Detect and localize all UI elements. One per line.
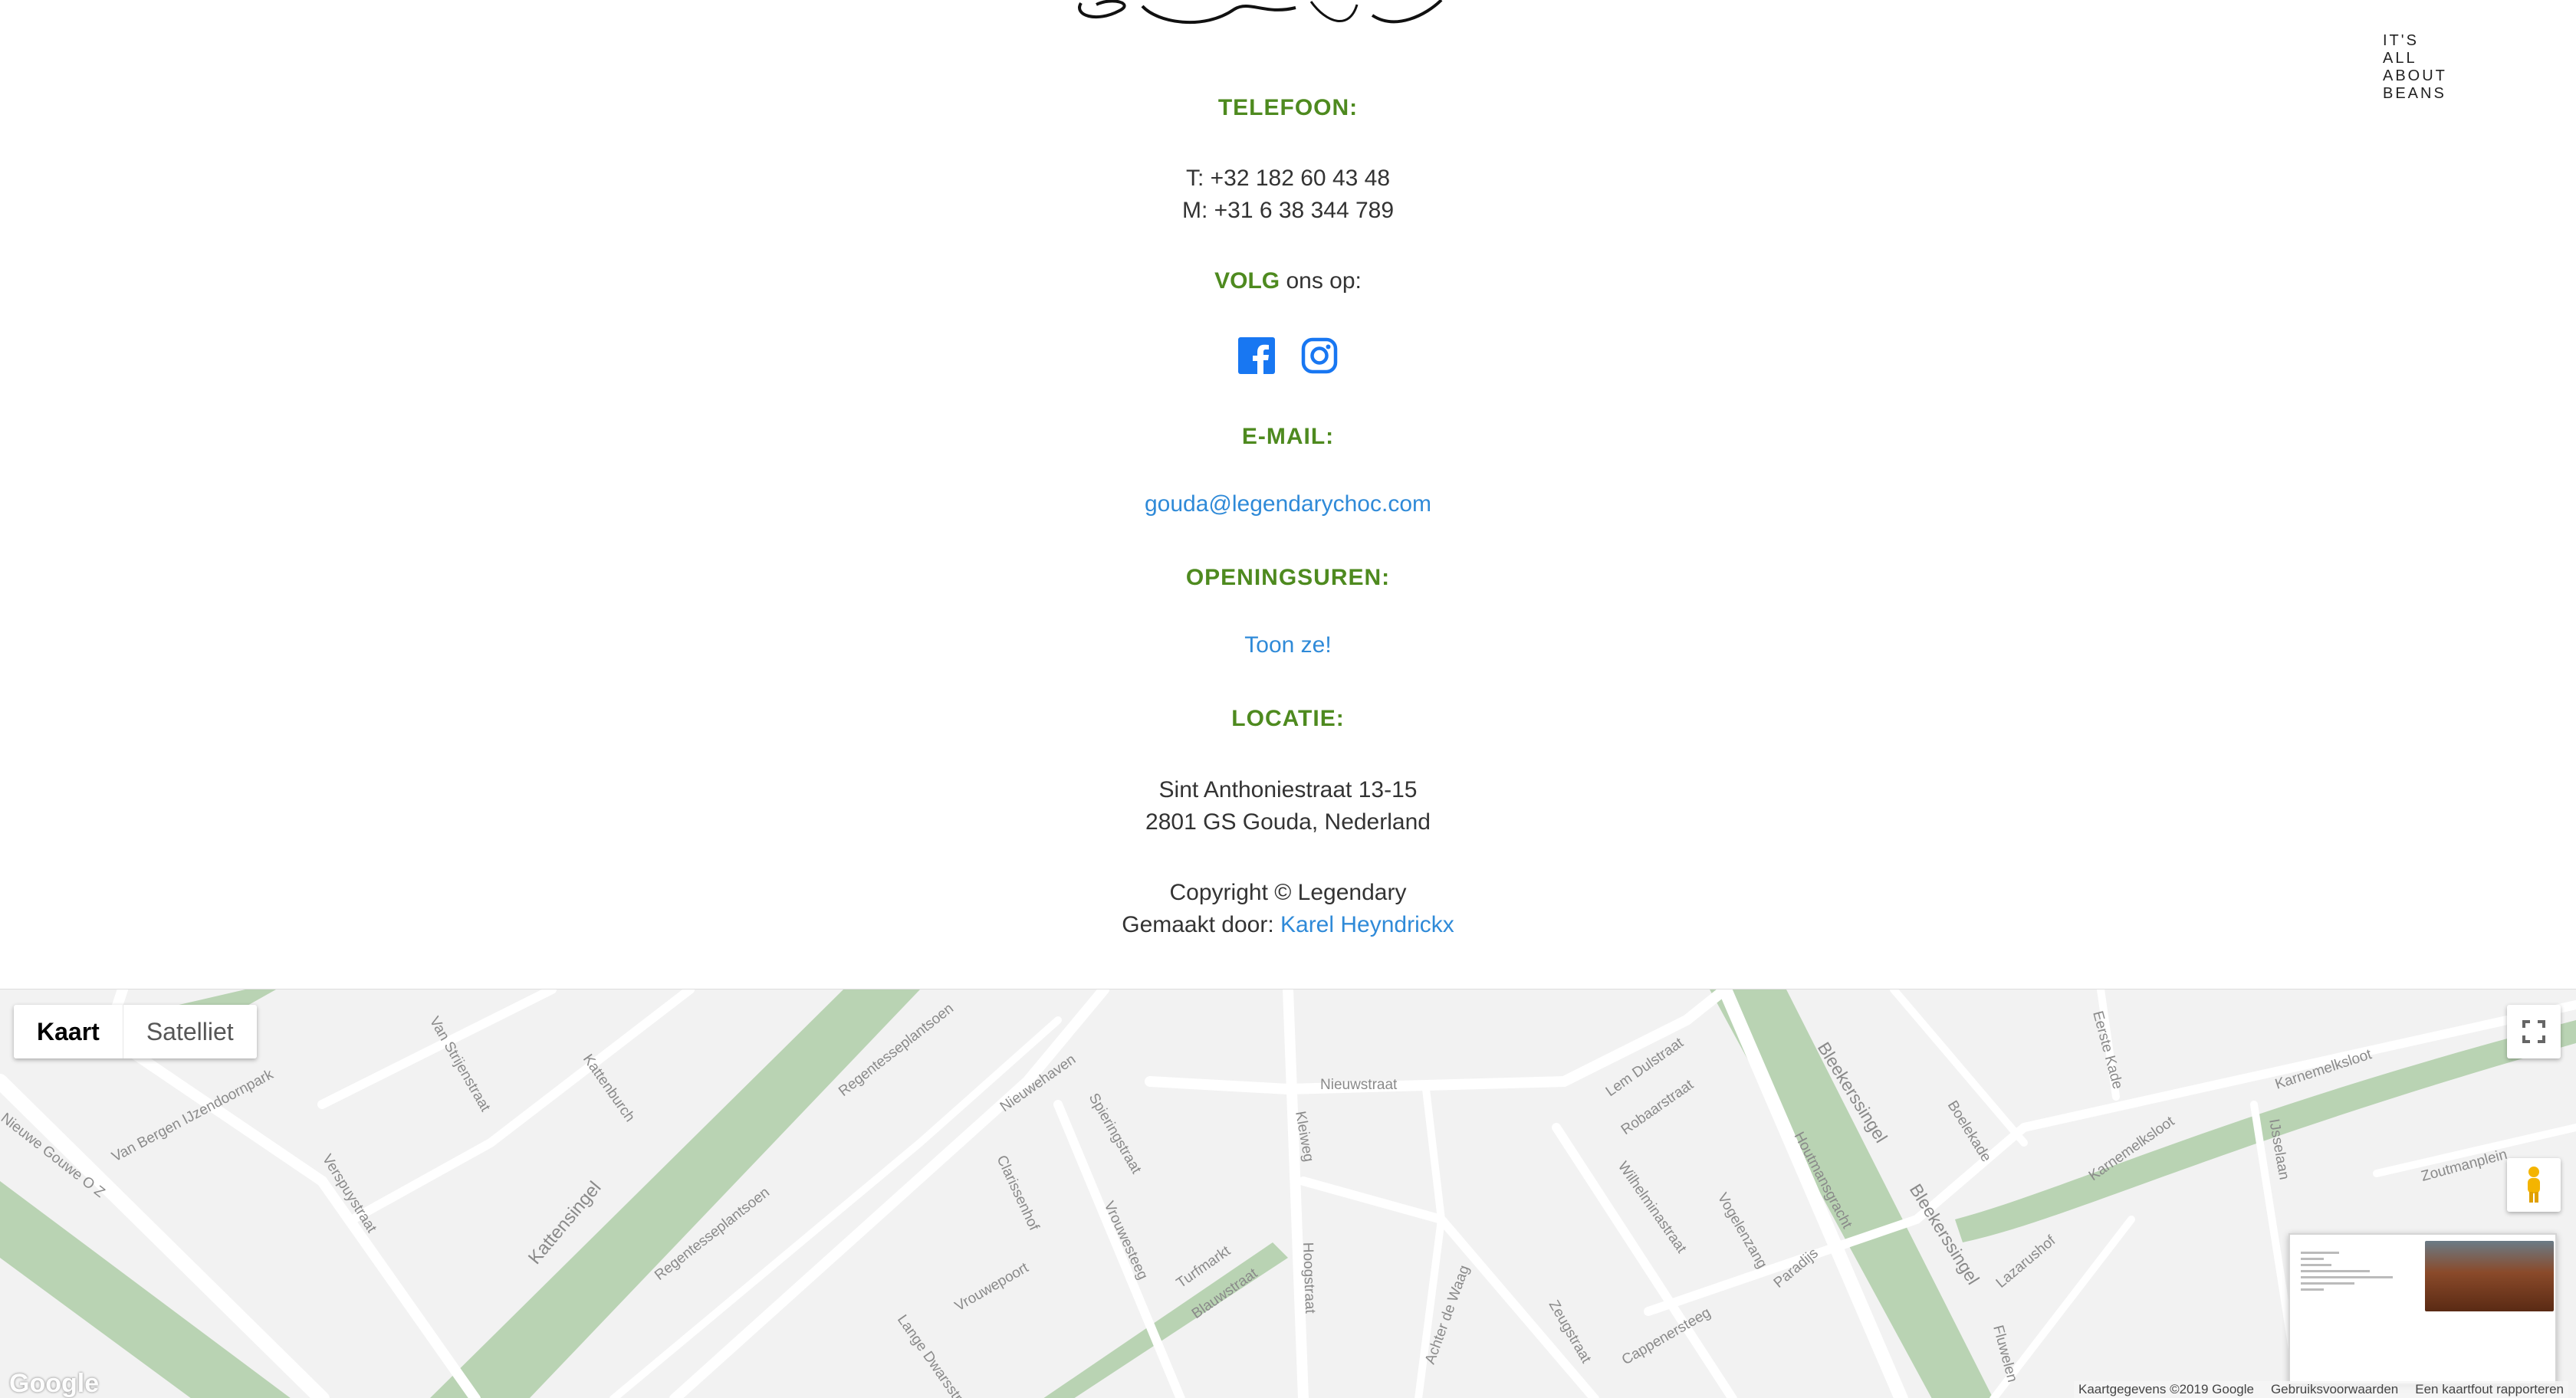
- svg-text:Hoogstraat: Hoogstraat: [1300, 1242, 1318, 1314]
- thumbnail-chocolate-photo: [2425, 1241, 2554, 1311]
- phone-landline: T: +32 182 60 43 48: [1185, 166, 1391, 191]
- hours-link[interactable]: Toon ze!: [1244, 632, 1331, 658]
- svg-text:Nieuwstraat: Nieuwstraat: [1320, 1077, 1398, 1093]
- google-logo[interactable]: Google: [9, 1369, 99, 1398]
- made-by-link[interactable]: Karel Heyndrickx: [1280, 912, 1454, 937]
- map-type-control: Kaart Satelliet: [14, 1005, 257, 1058]
- google-map[interactable]: Nieuwe Gouwe O Z Van Bergen IJzendoornpa…: [0, 989, 2576, 1398]
- fullscreen-icon: [2522, 1020, 2545, 1043]
- fullscreen-button[interactable]: [2507, 1005, 2561, 1058]
- website-preview-thumbnail[interactable]: [2288, 1233, 2557, 1385]
- hours-row: Toon ze!: [0, 632, 2576, 658]
- phone-heading: TELEFOON:: [1217, 95, 1359, 120]
- footer: IT'S ALL ABOUT BEANS TELEFOON: T: +32 18…: [0, 0, 2576, 989]
- follow-bold: VOLG: [1214, 268, 1280, 294]
- pegman-icon: [2528, 1167, 2540, 1203]
- street-view-pegman-button[interactable]: [2507, 1158, 2561, 1212]
- map-canvas[interactable]: Nieuwe Gouwe O Z Van Bergen IJzendoornpa…: [0, 989, 2576, 1398]
- logo-tagline: IT'S ALL ABOUT BEANS: [2383, 32, 2447, 102]
- location-heading: LOCATIE:: [1231, 706, 1345, 731]
- email-link[interactable]: gouda@legendarychoc.com: [1145, 491, 1431, 517]
- facebook-icon[interactable]: [1238, 337, 1275, 375]
- email-row: gouda@legendarychoc.com: [0, 491, 2576, 517]
- map-type-map-button[interactable]: Kaart: [14, 1005, 123, 1058]
- terms-link[interactable]: Gebruiksvoorwaarden: [2271, 1381, 2398, 1398]
- thumbnail-text-lines: [2301, 1252, 2408, 1295]
- map-data-credit: Kaartgegevens ©2019 Google: [2078, 1382, 2254, 1396]
- follow-line: VOLG ons op:: [0, 265, 2576, 297]
- made-by-line: Gemaakt door: Karel Heyndrickx: [0, 909, 2576, 941]
- made-by-label: Gemaakt door:: [1122, 912, 1280, 937]
- copyright: Copyright © Legendary: [1169, 880, 1407, 905]
- map-attribution: Kaartgegevens ©2019 Google Gebruiksvoorw…: [2073, 1381, 2568, 1398]
- follow-rest: ons op:: [1280, 268, 1362, 294]
- email-heading: E-MAIL:: [1241, 424, 1335, 449]
- address-line1: Sint Anthoniestraat 13-15: [1158, 777, 1418, 802]
- phone-mobile: M: +31 6 38 344 789: [1181, 198, 1395, 223]
- report-error-link[interactable]: Een kaartfout rapporteren: [2415, 1381, 2564, 1398]
- instagram-icon[interactable]: [1301, 337, 1338, 374]
- legendary-logo[interactable]: IT'S ALL ABOUT BEANS: [1066, 0, 2445, 102]
- logo-script-icon: [1078, 0, 1443, 25]
- map-type-satellite-button[interactable]: Satelliet: [123, 1005, 257, 1058]
- social-links: [0, 337, 2576, 375]
- address-line2: 2801 GS Gouda, Nederland: [1145, 809, 1431, 835]
- hours-heading: OPENINGSUREN:: [1185, 565, 1391, 590]
